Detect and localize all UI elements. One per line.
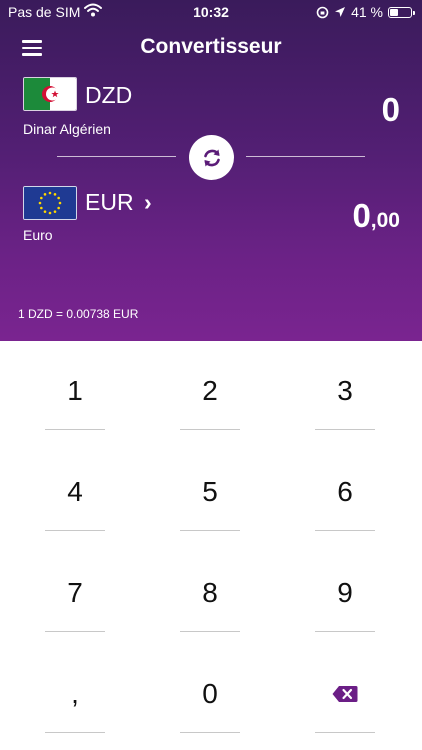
battery-fill — [390, 8, 398, 16]
key-2[interactable]: 2 — [150, 341, 270, 431]
key-comma[interactable]: , — [15, 644, 135, 734]
key-3[interactable]: 3 — [285, 341, 405, 431]
status-bar: Pas de SIM 10:32 41 % — [0, 0, 422, 24]
page-title: Convertisseur — [140, 35, 282, 58]
key-8[interactable]: 8 — [150, 543, 270, 633]
divider-right — [246, 156, 365, 157]
from-currency-code[interactable]: DZD — [85, 82, 132, 109]
to-currency-name: Euro — [23, 227, 53, 243]
battery-icon — [388, 6, 415, 18]
rotation-lock-icon — [316, 6, 329, 18]
swap-button[interactable] — [189, 135, 234, 180]
exchange-rate: 1 DZD = 0.00738 EUR — [18, 307, 139, 321]
divider-left — [57, 156, 176, 157]
location-icon — [335, 7, 346, 17]
key-9[interactable]: 9 — [285, 543, 405, 633]
from-amount: 0 — [381, 91, 400, 128]
key-6[interactable]: 6 — [285, 442, 405, 532]
algeria-flag-icon[interactable] — [23, 77, 77, 111]
to-amount: 0,00 — [352, 197, 400, 235]
key-4[interactable]: 4 — [15, 442, 135, 532]
key-7[interactable]: 7 — [15, 543, 135, 633]
key-1[interactable]: 1 — [15, 341, 135, 431]
from-currency-name: Dinar Algérien — [23, 121, 111, 137]
to-amount-dec: ,00 — [370, 209, 400, 232]
to-currency-code: EUR — [85, 189, 134, 215]
status-right: 41 % — [316, 4, 415, 20]
numeric-keypad: 1 2 3 4 5 6 7 8 9 , 0 — [0, 341, 422, 750]
eu-flag-icon[interactable] — [23, 186, 77, 220]
backspace-icon — [332, 686, 358, 702]
key-0[interactable]: 0 — [150, 644, 270, 734]
key-5[interactable]: 5 — [150, 442, 270, 532]
battery-percent: 41 % — [351, 4, 383, 20]
backspace-button[interactable] — [285, 644, 405, 734]
to-amount-int: 0 — [352, 197, 371, 234]
swap-icon — [203, 149, 220, 166]
converter-header: Pas de SIM 10:32 41 % Convertisseur DZD … — [0, 0, 422, 341]
chevron-right-icon: › — [143, 189, 152, 215]
to-currency-selector[interactable]: EUR › — [85, 189, 152, 216]
